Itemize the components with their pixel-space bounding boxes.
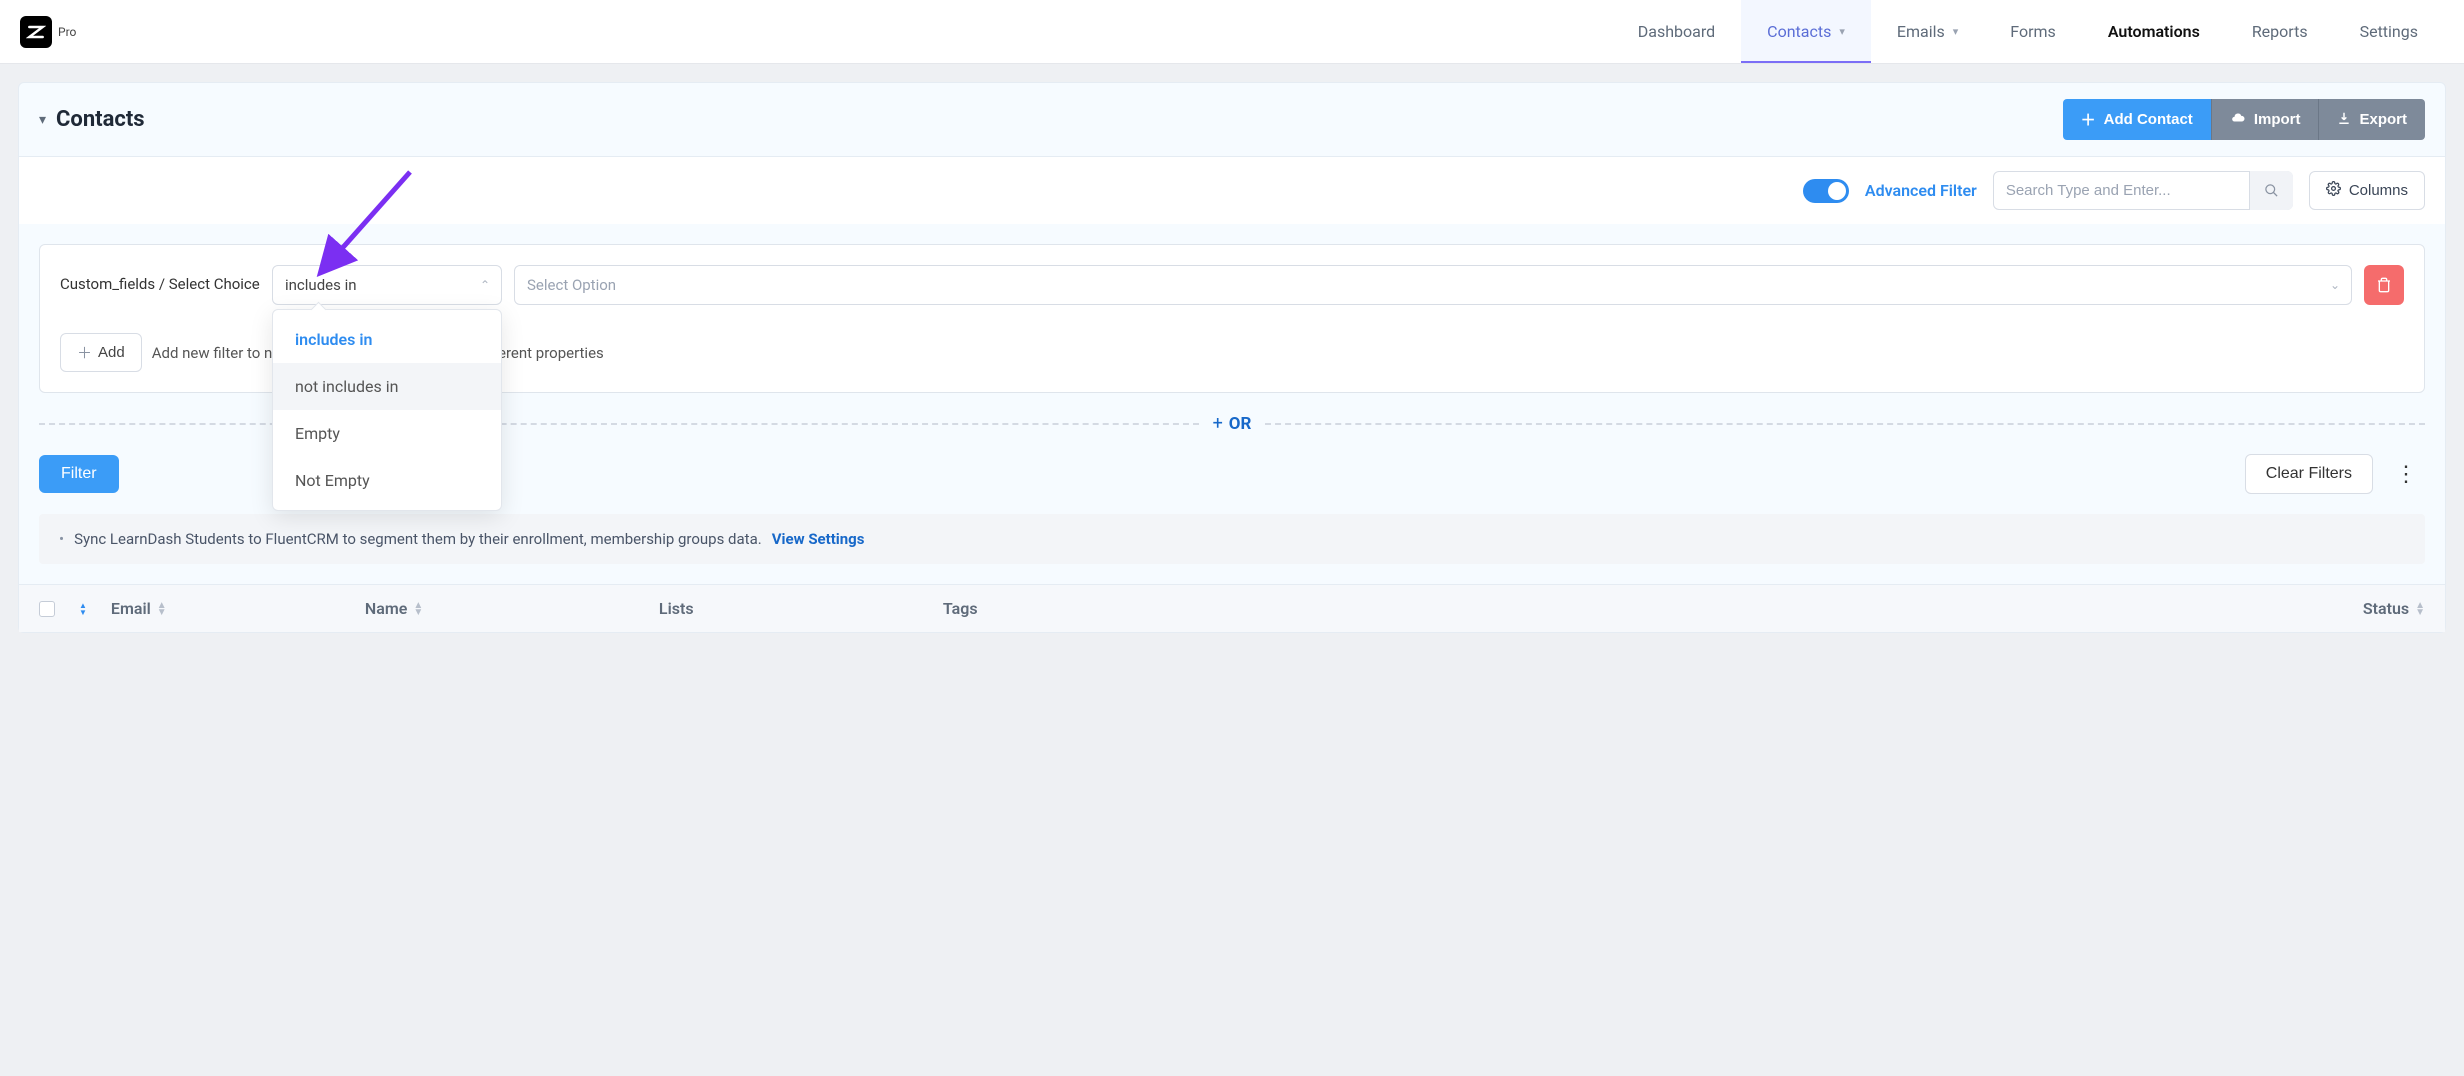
- operator-option-not-includes-in[interactable]: not includes in: [273, 363, 501, 410]
- view-settings-link[interactable]: View Settings: [772, 530, 865, 548]
- select-all-checkbox[interactable]: [39, 601, 55, 617]
- chevron-down-icon: ▾: [1953, 25, 1959, 38]
- plan-badge: Pro: [58, 25, 76, 39]
- nav-contacts[interactable]: Contacts▾: [1741, 0, 1871, 63]
- sort-icon: ▲▼: [2415, 602, 2425, 616]
- nav-forms[interactable]: Forms: [1984, 0, 2082, 63]
- advanced-filter-toggle[interactable]: [1803, 179, 1849, 203]
- chevron-down-icon: ▾: [1839, 25, 1845, 38]
- logo-area: Pro: [20, 4, 76, 60]
- filter-field-label: Custom_fields / Select Choice: [60, 275, 260, 295]
- sync-notice: • Sync LearnDash Students to FluentCRM t…: [39, 514, 2425, 564]
- chevron-down-icon[interactable]: ▾: [39, 112, 46, 128]
- operator-dropdown: includes in not includes in Empty Not Em…: [272, 309, 502, 511]
- advanced-filter-label: Advanced Filter: [1865, 181, 1977, 200]
- column-name[interactable]: Name ▲▼: [365, 599, 635, 618]
- sort-icon: ▲▼: [157, 602, 167, 616]
- value-select[interactable]: Select Option ⌄: [514, 265, 2352, 305]
- page-title: Contacts: [56, 107, 145, 132]
- delete-filter-button[interactable]: [2364, 265, 2404, 305]
- main-nav: Dashboard Contacts▾ Emails▾ Forms Automa…: [1612, 0, 2444, 63]
- column-email[interactable]: Email ▲▼: [111, 599, 341, 618]
- add-contact-button[interactable]: ＋ Add Contact: [2063, 99, 2211, 140]
- download-icon: [2337, 111, 2351, 129]
- trash-icon: [2376, 277, 2392, 293]
- cloud-upload-icon: [2230, 111, 2246, 129]
- export-button[interactable]: Export: [2318, 99, 2425, 140]
- columns-button[interactable]: Columns: [2309, 171, 2425, 210]
- operator-option-not-empty[interactable]: Not Empty: [273, 457, 501, 504]
- table-header: ▲▼ Email ▲▼ Name ▲▼ Lists Tags Status ▲▼: [19, 584, 2445, 632]
- nav-automations[interactable]: Automations: [2082, 0, 2226, 63]
- plus-icon: ＋: [2081, 109, 2096, 130]
- app-logo[interactable]: [20, 16, 52, 48]
- plus-icon: +: [1213, 413, 1223, 434]
- nav-reports[interactable]: Reports: [2226, 0, 2334, 63]
- chevron-up-icon: ⌃: [480, 278, 490, 292]
- operator-option-includes-in[interactable]: includes in: [273, 316, 501, 363]
- search-input[interactable]: [1993, 171, 2293, 210]
- clear-filters-button[interactable]: Clear Filters: [2245, 454, 2373, 494]
- bullet-icon: •: [59, 530, 64, 548]
- column-tags[interactable]: Tags: [943, 599, 1263, 618]
- operator-select[interactable]: includes in ⌃ includes in not includes i…: [272, 265, 502, 305]
- gear-icon: [2326, 181, 2341, 200]
- nav-settings[interactable]: Settings: [2334, 0, 2444, 63]
- filter-row: Custom_fields / Select Choice includes i…: [60, 265, 2404, 305]
- nav-dashboard[interactable]: Dashboard: [1612, 0, 1741, 63]
- sort-indicator[interactable]: ▲▼: [79, 602, 87, 616]
- add-or-group-button[interactable]: + OR: [1199, 413, 1266, 434]
- import-button[interactable]: Import: [2211, 99, 2319, 140]
- sort-icon: ▲▼: [413, 602, 423, 616]
- column-status[interactable]: Status ▲▼: [2363, 599, 2425, 618]
- apply-filter-button[interactable]: Filter: [39, 455, 119, 493]
- contacts-panel: ▾ Contacts ＋ Add Contact Import: [18, 82, 2446, 633]
- search-icon[interactable]: [2249, 171, 2293, 210]
- notice-text: Sync LearnDash Students to FluentCRM to …: [74, 530, 762, 548]
- filter-card: Custom_fields / Select Choice includes i…: [39, 244, 2425, 393]
- more-actions-button[interactable]: ⋮: [2387, 458, 2425, 491]
- chevron-down-icon: ⌄: [2330, 278, 2340, 292]
- nav-emails[interactable]: Emails▾: [1871, 0, 1984, 63]
- operator-option-empty[interactable]: Empty: [273, 410, 501, 457]
- add-filter-button[interactable]: ＋ Add: [60, 333, 142, 372]
- top-nav: Pro Dashboard Contacts▾ Emails▾ Forms Au…: [0, 0, 2464, 64]
- search-box: [1993, 171, 2293, 210]
- column-lists[interactable]: Lists: [659, 599, 919, 618]
- plus-icon: ＋: [77, 342, 92, 363]
- toolbar: Advanced Filter Columns: [19, 156, 2445, 224]
- panel-header: ▾ Contacts ＋ Add Contact Import: [19, 83, 2445, 156]
